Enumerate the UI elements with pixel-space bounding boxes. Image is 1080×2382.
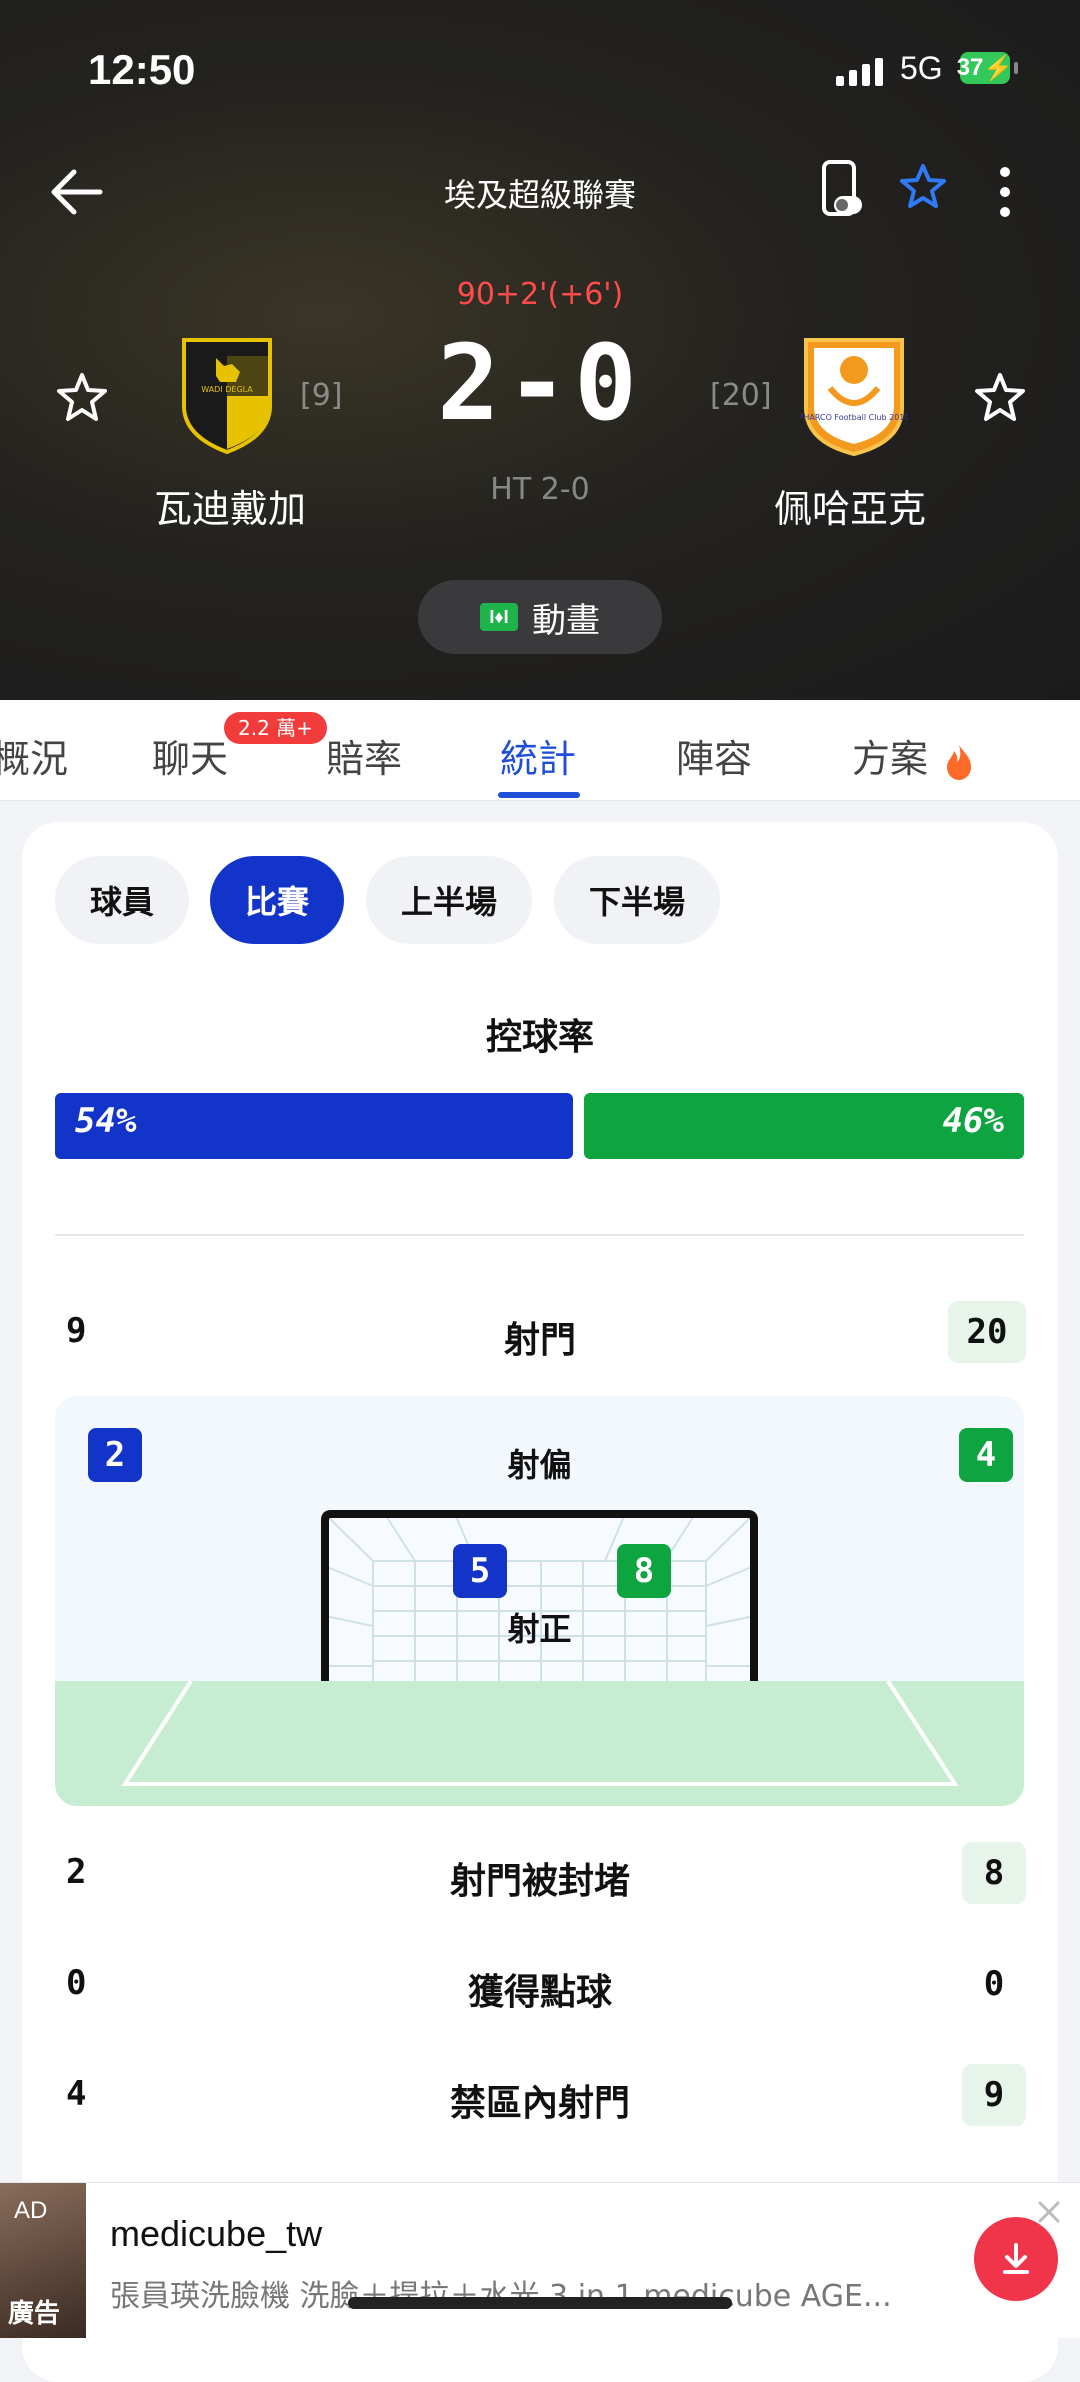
tab-stats[interactable]: 統計 <box>500 728 576 783</box>
battery-icon: 37 ⚡ <box>956 52 1018 84</box>
status-bar: 12:50 5G 37 ⚡ <box>0 40 1080 100</box>
ad-tag: AD <box>14 2197 48 2224</box>
match-minute: 90+2'(+6') <box>456 277 624 312</box>
back-arrow-icon[interactable] <box>44 160 108 224</box>
follow-away-star-icon[interactable] <box>972 370 1028 426</box>
on-target-home: 5 <box>453 1544 507 1598</box>
tab-lineup[interactable]: 陣容 <box>676 728 752 783</box>
follow-home-star-icon[interactable] <box>54 370 110 426</box>
off-target-label: 射偏 <box>507 1446 572 1484</box>
stat-label: 射門 <box>503 1320 576 1361</box>
home-crest-text: WADI DEGLA <box>201 385 253 394</box>
on-target-away: 8 <box>617 1544 671 1598</box>
tab-tips-label: 方案 <box>852 737 929 781</box>
filter-second-half[interactable]: 下半場 <box>554 856 720 944</box>
on-target-label: 射正 <box>507 1610 572 1648</box>
active-tab-indicator <box>498 792 580 798</box>
league-title: 埃及超級聯賽 <box>443 176 636 214</box>
pitch-icon: I♦I <box>480 603 518 631</box>
signal-icon <box>836 56 883 86</box>
filter-match[interactable]: 比賽 <box>210 856 344 944</box>
stat-away-value: 8 <box>962 1842 1026 1904</box>
tab-odds[interactable]: 賠率 <box>326 728 402 783</box>
away-possession-value: 46% <box>942 1101 1004 1141</box>
home-possession-value: 54% <box>75 1101 137 1141</box>
stat-row-blocked: 2 射門被封堵 8 <box>22 1840 1058 1910</box>
battery-level: 37 <box>956 54 984 81</box>
stat-row-shots: 9 射門 20 <box>22 1299 1058 1369</box>
home-team-name[interactable]: 瓦迪戴加 <box>100 478 360 533</box>
filter-players[interactable]: 球員 <box>55 856 189 944</box>
stat-away-value: 9 <box>962 2064 1026 2126</box>
status-time: 12:50 <box>88 46 196 93</box>
flame-icon <box>947 744 972 780</box>
network-type: 5G <box>900 50 943 86</box>
stat-away-value: 20 <box>948 1301 1026 1363</box>
ad-label: 廣告 <box>8 2299 61 2329</box>
away-possession-bar: 46% <box>584 1093 1024 1159</box>
tab-chat[interactable]: 聊天 <box>152 728 228 783</box>
stat-row-box-shots: 4 禁區內射門 9 <box>22 2062 1058 2132</box>
ad-thumbnail[interactable]: AD 廣告 <box>0 2183 86 2338</box>
tab-tips[interactable]: 方案 <box>852 728 974 783</box>
home-team-crest: WADI DEGLA <box>182 338 272 454</box>
favorite-star-icon[interactable] <box>898 162 948 212</box>
shots-goal-diagram: 2 射偏 4 5 8 射正 <box>55 1396 1024 1806</box>
away-team-name[interactable]: 佩哈亞克 <box>720 478 980 533</box>
away-rank: [20] <box>710 378 772 413</box>
halftime-score: HT 2-0 <box>490 472 590 507</box>
ad-title[interactable]: medicube_tw <box>110 2213 322 2255</box>
home-possession-bar: 54% <box>55 1093 573 1159</box>
divider <box>55 1234 1024 1236</box>
stat-label: 禁區內射門 <box>449 2083 630 2124</box>
ad-banner[interactable]: AD 廣告 medicube_tw 張員瑛洗臉機 洗臉＋提拉＋水光 3 in 1… <box>0 2182 1080 2338</box>
match-score: 2-0 <box>437 322 643 444</box>
animation-button[interactable]: I♦I 動畫 <box>418 580 662 654</box>
chat-count-badge: 2.2 萬+ <box>224 712 327 744</box>
phone-toggle-icon[interactable] <box>820 160 864 220</box>
more-menu-icon[interactable] <box>990 164 1020 220</box>
off-target-away: 4 <box>959 1428 1013 1482</box>
home-rank: [9] <box>300 378 343 413</box>
stats-card: 球員 比賽 上半場 下半場 控球率 54% 46% 9 射門 20 2 射偏 4… <box>22 822 1058 2382</box>
animation-label: 動畫 <box>532 600 600 641</box>
stat-label: 獲得點球 <box>467 1972 612 2013</box>
stat-label: 射門被封堵 <box>449 1861 630 1902</box>
match-header: 12:50 5G 37 ⚡ 埃及超級聯賽 90+2'(+6') 2-0 HT 2-… <box>0 0 1080 700</box>
download-icon <box>1003 2243 1029 2274</box>
stat-away-value: 0 <box>983 1964 1005 2004</box>
filter-first-half[interactable]: 上半場 <box>366 856 532 944</box>
tab-overview[interactable]: 概況 <box>0 728 68 783</box>
download-button[interactable] <box>974 2217 1058 2301</box>
stat-row-penalties: 0 獲得點球 0 <box>22 1951 1058 2021</box>
close-icon[interactable] <box>1034 2197 1064 2227</box>
possession-title: 控球率 <box>485 1017 594 1058</box>
away-team-crest: PHARCO Football Club 2010 <box>800 338 908 457</box>
match-tabs: 概況 聊天 2.2 萬+ 賠率 統計 陣容 方案 <box>0 700 1080 801</box>
home-indicator <box>348 2297 732 2309</box>
away-crest-text: PHARCO Football Club 2010 <box>800 413 908 422</box>
